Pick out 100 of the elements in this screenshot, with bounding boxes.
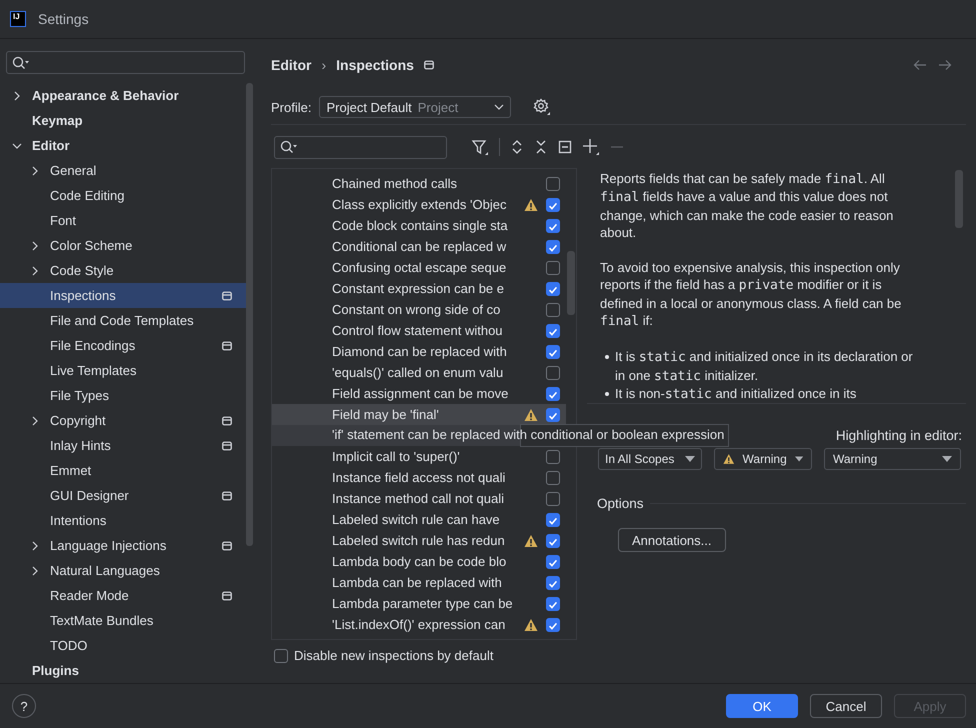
inspection-row[interactable]: Control flow statement withou (272, 320, 566, 341)
search-field[interactable] (274, 136, 447, 158)
inspection-row[interactable]: Labeled switch rule can have (272, 509, 566, 530)
chevron-right-icon[interactable] (30, 540, 40, 550)
settings-tree-item[interactable]: Code Style (0, 258, 246, 283)
checkbox[interactable] (546, 470, 560, 484)
inspection-row[interactable]: Class explicitly extends 'Objec (272, 194, 566, 215)
settings-tree-item[interactable]: Live Templates (0, 358, 246, 383)
checkbox[interactable] (546, 324, 560, 338)
settings-tree-item[interactable]: GUI Designer (0, 483, 246, 508)
chevron-right-icon[interactable] (30, 416, 40, 426)
inspection-row[interactable]: Instance method call not quali (272, 488, 566, 509)
checkbox[interactable] (546, 386, 560, 400)
settings-tree-item[interactable]: Plugins (0, 658, 246, 683)
checkbox[interactable] (546, 366, 560, 380)
settings-tree-item[interactable]: Appearance & Behavior (0, 83, 246, 108)
inspection-row[interactable]: Diamond can be replaced with (272, 341, 566, 362)
inspection-row[interactable]: Conditional can be replaced w (272, 236, 566, 257)
inspection-row[interactable]: Code block contains single sta (272, 215, 566, 236)
collapse-all-icon[interactable] (534, 139, 548, 155)
forward-arrow-icon[interactable] (938, 59, 952, 71)
add-icon[interactable] (582, 138, 600, 156)
checkbox[interactable] (546, 492, 560, 506)
settings-tree-item[interactable]: File and Code Templates (0, 308, 246, 333)
checkbox[interactable] (546, 534, 560, 548)
profile-dropdown[interactable]: Project Default Project (319, 96, 512, 118)
cancel-button[interactable]: Cancel (810, 694, 882, 718)
highlighting-dropdown[interactable]: Warning (824, 448, 961, 470)
inspection-row[interactable]: Lambda can be replaced with (272, 572, 566, 593)
checkbox[interactable] (546, 198, 560, 212)
inspection-row[interactable]: Chained method calls (272, 173, 566, 194)
checkbox[interactable] (546, 260, 560, 274)
inspection-row[interactable]: Field may be 'final' (272, 404, 566, 425)
settings-tree-item[interactable]: File Encodings (0, 333, 246, 358)
settings-tree-item[interactable]: Copyright (0, 408, 246, 433)
checkbox[interactable] (546, 408, 560, 422)
settings-tree-item[interactable]: General (0, 158, 246, 183)
checkbox[interactable] (546, 450, 560, 464)
checkbox[interactable] (546, 218, 560, 232)
help-button[interactable]: ? (12, 694, 36, 718)
inspection-row[interactable]: Lambda body can be code blo (272, 551, 566, 572)
checkbox[interactable] (546, 512, 560, 526)
settings-tree-item[interactable]: Intentions (0, 508, 246, 533)
inspection-row[interactable]: Implicit call to 'super()' (272, 446, 566, 467)
settings-tree-item[interactable]: Keymap (0, 108, 246, 133)
checkbox[interactable] (546, 302, 560, 316)
chevron-right-icon[interactable] (30, 566, 40, 576)
expand-all-icon[interactable] (510, 139, 524, 155)
inspection-row[interactable]: Instance field access not quali (272, 467, 566, 488)
checkbox[interactable] (546, 282, 560, 296)
inspection-row[interactable]: Confusing octal escape seque (272, 257, 566, 278)
settings-tree-item[interactable]: Code Editing (0, 183, 246, 208)
search-field[interactable] (6, 51, 245, 74)
inspection-row[interactable]: Constant expression can be e (272, 278, 566, 299)
back-arrow-icon[interactable] (913, 59, 927, 71)
checkbox[interactable] (546, 240, 560, 254)
checkbox[interactable] (274, 648, 288, 662)
checkbox[interactable] (546, 176, 560, 190)
settings-tree-item[interactable]: Reader Mode (0, 583, 246, 608)
settings-tree-item[interactable]: TextMate Bundles (0, 608, 246, 633)
settings-tree-item[interactable]: Emmet (0, 458, 246, 483)
scrollbar[interactable] (567, 251, 575, 315)
checkbox[interactable] (546, 344, 560, 358)
settings-tree-item[interactable]: TODO (0, 633, 246, 658)
inspection-row[interactable]: Constant on wrong side of co (272, 299, 566, 320)
settings-tree-item[interactable]: Natural Languages (0, 558, 246, 583)
settings-tree-item[interactable]: File Types (0, 383, 246, 408)
checkbox[interactable] (546, 554, 560, 568)
settings-tree-item[interactable]: Language Injections (0, 533, 246, 558)
chevron-right-icon[interactable] (30, 240, 40, 250)
description-text: Reports fields that can be safely made final. All final fields have a value and this value does not change, which can make the code easier to reason about. (600, 170, 894, 242)
scrollbar[interactable] (246, 83, 253, 546)
collapse-icon[interactable] (558, 140, 572, 154)
scope-dropdown[interactable]: In All Scopes (598, 448, 702, 470)
chevron-down-icon[interactable] (12, 140, 22, 150)
inspection-row[interactable]: Labeled switch rule has redun (272, 530, 566, 551)
filter-icon[interactable] (471, 138, 489, 156)
chevron-right-icon[interactable] (30, 266, 40, 276)
scrollbar[interactable] (955, 170, 963, 228)
settings-tree-item[interactable]: Font (0, 208, 246, 233)
breadcrumb-link[interactable]: Editor (271, 57, 312, 73)
inspection-row[interactable]: 'List.indexOf()' expression can (272, 614, 566, 635)
inspection-row[interactable]: 'equals()' called on enum valu (272, 362, 566, 383)
inspection-row[interactable]: Lambda parameter type can be (272, 593, 566, 614)
checkbox[interactable] (546, 596, 560, 610)
chevron-right-icon[interactable] (30, 166, 40, 176)
checkbox[interactable] (546, 576, 560, 590)
checkbox[interactable] (546, 618, 560, 632)
settings-icon[interactable] (533, 98, 552, 116)
chevron-right-icon[interactable] (12, 90, 22, 100)
settings-tree-item[interactable]: Color Scheme (0, 233, 246, 258)
ok-button[interactable]: OK (726, 694, 798, 718)
severity-dropdown[interactable]: Warning (714, 448, 812, 470)
inspection-row[interactable]: Field assignment can be move (272, 383, 566, 404)
settings-tree-item[interactable]: Inspections (0, 283, 246, 308)
checkbox-label: Disable new inspections by default (294, 648, 494, 663)
description-text: It is static and initialized once in its declaration or in one static initializer. (615, 348, 914, 385)
settings-tree-item[interactable]: Editor (0, 133, 246, 158)
settings-tree-item[interactable]: Inlay Hints (0, 433, 246, 458)
annotations-button[interactable]: Annotations... (618, 528, 726, 552)
